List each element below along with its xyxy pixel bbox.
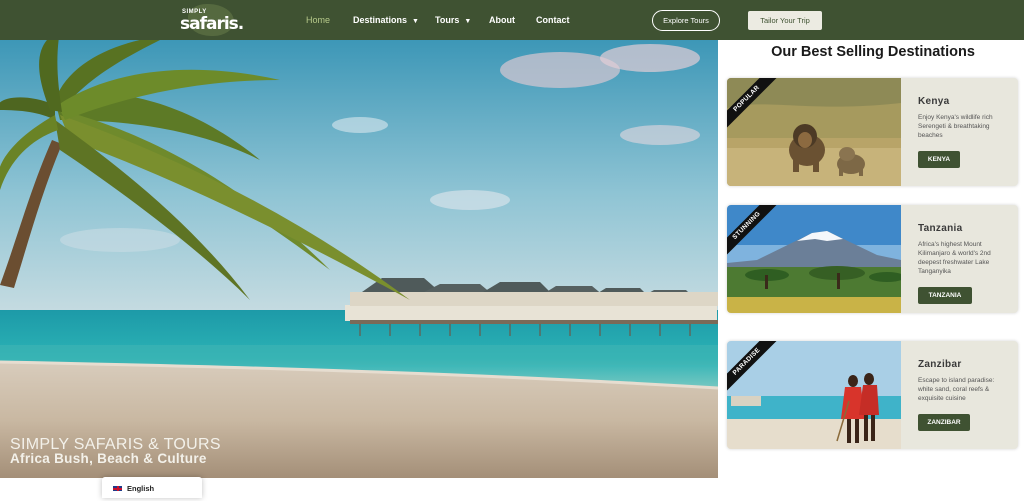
nav-destinations[interactable]: Destinations ▼: [353, 0, 419, 40]
destination-card-kenya[interactable]: POPULAR Kenya Enjoy Kenya's wildlife ric…: [727, 78, 1018, 186]
tanzania-button[interactable]: TANZANIA: [918, 287, 972, 304]
card-description: Enjoy Kenya's wildlife rich Serengeti & …: [918, 114, 993, 139]
beach-hero-image: [0, 40, 718, 478]
nav-contact[interactable]: Contact: [536, 0, 570, 40]
logo-text: safaris.: [180, 14, 244, 34]
language-switcher[interactable]: English: [102, 477, 202, 498]
hero-subtitle: Africa Bush, Beach & Culture: [10, 451, 207, 466]
nav-destinations-label: Destinations: [353, 15, 408, 25]
site-header: SIMPLY safaris. Home Destinations ▼ Tours…: [0, 0, 1024, 40]
nav-contact-label: Contact: [536, 15, 570, 25]
uk-flag-icon: [112, 485, 123, 492]
nav-home-label: Home: [306, 15, 331, 25]
nav-about[interactable]: About: [489, 0, 515, 40]
destination-card-tanzania[interactable]: STUNNING Tanzania Africa's highest Mount…: [727, 205, 1018, 313]
explore-tours-button[interactable]: Explore Tours: [652, 10, 720, 31]
kenya-button[interactable]: KENYA: [918, 151, 960, 168]
nav-tours-label: Tours: [435, 15, 460, 25]
card-title: Kenya: [918, 96, 950, 107]
zanzibar-button[interactable]: ZANZIBAR: [918, 414, 970, 431]
card-title: Zanzibar: [918, 359, 962, 370]
nav-about-label: About: [489, 15, 515, 25]
nav-tours[interactable]: Tours ▼: [435, 0, 471, 40]
chevron-down-icon: ▼: [464, 18, 472, 25]
simply-safaris-logo[interactable]: SIMPLY safaris.: [178, 3, 244, 37]
hero-banner: SIMPLY SAFARIS & TOURS Africa Bush, Beac…: [0, 40, 718, 478]
card-description: Africa's highest Mount Kilimanjaro & wor…: [918, 241, 991, 275]
card-title: Tanzania: [918, 223, 963, 234]
destination-card-zanzibar[interactable]: PARADISE Zanzibar Escape to island parad…: [727, 341, 1018, 449]
language-label: English: [127, 484, 155, 493]
chevron-down-icon: ▼: [412, 18, 419, 25]
card-description: Escape to island paradise: white sand, c…: [918, 377, 995, 402]
nav-home[interactable]: Home: [306, 0, 330, 40]
tailor-your-trip-button[interactable]: Tailor Your Trip: [748, 11, 822, 30]
destinations-heading: Our Best Selling Destinations: [771, 44, 975, 60]
